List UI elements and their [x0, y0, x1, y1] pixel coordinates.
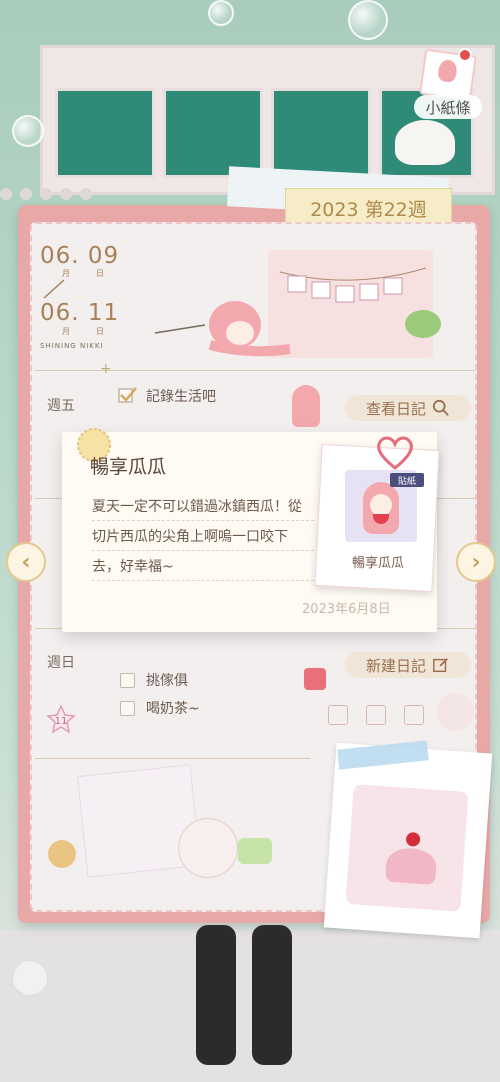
todo-item[interactable]: 記錄生活吧	[146, 386, 216, 406]
start-date: 06. 09	[40, 243, 120, 269]
day-char: 日	[96, 269, 104, 278]
chevron-left-icon: ‹	[21, 549, 31, 575]
plant-decoration	[405, 310, 441, 338]
edit-icon	[433, 658, 448, 673]
bubble-decoration	[348, 0, 388, 40]
weather-icon	[304, 668, 326, 690]
end-date: 06. 11	[40, 300, 120, 326]
new-diary-button[interactable]: 新建日記	[345, 652, 471, 678]
chevron-right-icon: ›	[471, 549, 481, 575]
day-label-sun: 週日	[47, 655, 75, 671]
todo-item[interactable]: 挑傢俱	[146, 670, 188, 690]
new-diary-label: 新建日記	[365, 656, 426, 675]
todo-checkbox[interactable]	[120, 673, 135, 688]
chibi-avatar	[292, 385, 320, 427]
brand-text: SHINING NIKKI	[40, 342, 104, 350]
star-icon: 11	[46, 704, 76, 734]
day-number: 11	[55, 716, 68, 727]
bunny-plush	[395, 120, 455, 165]
sticker-tag: 貼紙	[390, 473, 424, 487]
note-button[interactable]: 小紙條	[414, 95, 482, 119]
mood-slot[interactable]	[404, 705, 424, 725]
entry-date: 2023年6月8日	[302, 602, 391, 617]
heart-icon	[377, 436, 413, 470]
search-icon	[432, 399, 449, 416]
matcha-cake-illustration	[238, 838, 272, 864]
cupcake-photo-card	[323, 742, 493, 939]
notification-dot	[458, 48, 472, 62]
sticker-name: 暢享瓜瓜	[351, 556, 404, 571]
divider	[35, 758, 310, 759]
checkmark-icon	[118, 387, 137, 403]
week-label: 2023 第22週	[310, 198, 427, 221]
entry-title: 暢享瓜瓜	[90, 456, 167, 478]
view-diary-button[interactable]: 查看日記	[345, 395, 471, 421]
floor	[0, 930, 500, 1082]
view-diary-label: 查看日記	[365, 399, 426, 418]
prev-week-button[interactable]: ‹	[6, 542, 46, 582]
mood-slot[interactable]	[328, 705, 348, 725]
day-label-fri: 週五	[47, 398, 75, 414]
candy-jar-illustration	[178, 818, 238, 878]
month-char: 月	[62, 327, 70, 336]
character-leg	[196, 925, 236, 1065]
mood-slot[interactable]	[366, 705, 386, 725]
cookie-illustration	[48, 840, 76, 868]
todo-checkbox[interactable]	[120, 701, 135, 716]
plus-mark: +	[100, 361, 112, 377]
character-leg	[252, 925, 292, 1065]
todo-item[interactable]: 喝奶茶~	[146, 698, 200, 718]
bubble-decoration	[208, 0, 234, 26]
next-week-button[interactable]: ›	[456, 542, 496, 582]
day-char: 日	[96, 327, 104, 336]
bubble-decoration	[12, 115, 44, 147]
sticker-slot[interactable]	[436, 693, 474, 731]
lying-girl-illustration	[154, 301, 291, 357]
date-separator	[43, 279, 65, 299]
pet-charm-decoration	[0, 880, 70, 1020]
entry-body: 夏天一定不可以錯過冰鎮西瓜！從切片西瓜的尖角上啊嗚一口咬下去，好幸福~	[92, 499, 302, 575]
binder-rings	[0, 188, 130, 208]
